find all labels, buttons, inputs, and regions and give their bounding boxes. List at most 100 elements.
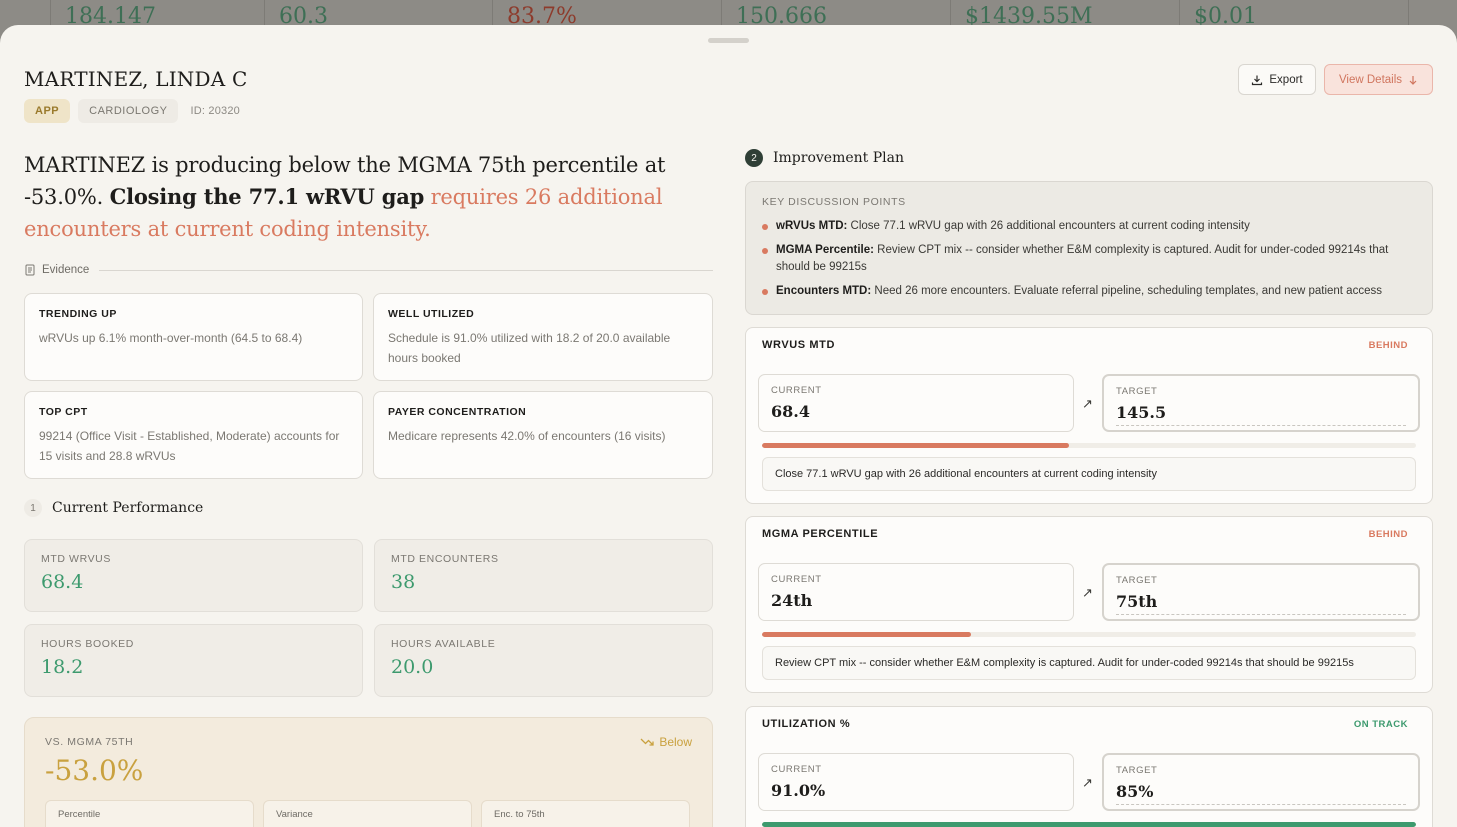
evidence-card: TOP CPT 99214 (Office Visit - Establishe… — [24, 391, 363, 479]
specialty-badge: CARDIOLOGY — [78, 99, 179, 123]
improvement-plan-heading: 2 Improvement Plan — [745, 149, 904, 167]
mgma-sub-card: Enc. to 75th — [481, 800, 690, 827]
performance-card-label: HOURS AVAILABLE — [391, 638, 496, 650]
target-input[interactable]: TARGET 85% — [1102, 753, 1420, 811]
metric-note: Close 77.1 wRVU gap with 26 additional e… — [762, 457, 1416, 491]
mgma-sub-label: Variance — [276, 809, 313, 820]
evidence-card-text: wRVUs up 6.1% month-over-month (64.5 to … — [39, 331, 303, 345]
progress-fill — [762, 632, 972, 637]
performance-card-label: MTD ENCOUNTERS — [391, 553, 499, 565]
current-performance-heading: 1 Current Performance — [24, 499, 203, 517]
performance-card: MTD WRVUS 68.4 — [24, 539, 363, 612]
performance-card: MTD ENCOUNTERS 38 — [374, 539, 713, 612]
provider-detail-sheet: MARTINEZ, LINDA C APP CARDIOLOGY ID: 203… — [0, 25, 1457, 827]
provider-type-badge: APP — [24, 99, 71, 123]
metric-name: MGMA PERCENTILE — [762, 528, 879, 540]
mgma-sub-card: Variance — [263, 800, 472, 827]
background-metric: 83.7% — [492, 0, 577, 29]
progress-bar — [762, 822, 1416, 827]
metric-card-mgma-percentile: MGMA PERCENTILE BEHIND CURRENT 24th ↗ TA… — [745, 516, 1433, 693]
current-label: CURRENT — [771, 385, 822, 396]
evidence-card-text: 99214 (Office Visit - Established, Moder… — [39, 429, 340, 463]
status-badge: ON TRACK — [1353, 719, 1408, 730]
background-divider — [1408, 0, 1423, 28]
mgma-label: VS. MGMA 75TH — [45, 736, 134, 748]
progress-bar — [762, 632, 1416, 637]
progress-fill — [762, 443, 1070, 448]
current-value-box: CURRENT 91.0% — [758, 753, 1074, 811]
arrow-up-right-icon: ↗ — [1082, 775, 1093, 790]
background-metric: 150.666 — [721, 0, 827, 29]
status-badge: BEHIND — [1368, 529, 1408, 540]
status-badge: BEHIND — [1368, 340, 1408, 351]
discussion-item: Encounters MTD: Need 26 more encounters.… — [762, 283, 1416, 300]
target-label: TARGET — [1116, 575, 1158, 586]
evidence-card-title: TOP CPT — [39, 406, 88, 418]
performance-card: HOURS BOOKED 18.2 — [24, 624, 363, 697]
arrow-up-right-icon: ↗ — [1082, 585, 1093, 600]
discussion-key: Encounters MTD: — [776, 285, 872, 297]
current-label: CURRENT — [771, 764, 822, 775]
section-title: Improvement Plan — [773, 150, 904, 166]
evidence-card-title: WELL UTILIZED — [388, 308, 475, 320]
arrow-down-icon — [1409, 75, 1417, 85]
evidence-heading: Evidence — [24, 264, 99, 276]
discussion-item: wRVUs MTD: Close 77.1 wRVU gap with 26 a… — [762, 218, 1416, 235]
document-icon — [25, 264, 35, 276]
metric-card-wrvus: WRVUS MTD BEHIND CURRENT 68.4 ↗ TARGET 1… — [745, 327, 1433, 504]
progress-bar — [762, 443, 1416, 448]
provider-id: ID: 20320 — [190, 105, 240, 117]
metric-note: Review CPT mix -- consider whether E&M c… — [762, 646, 1416, 680]
target-value: 145.5 — [1116, 403, 1406, 426]
performance-card-value: 68.4 — [41, 571, 84, 593]
background-metric: $0.01 — [1179, 0, 1257, 29]
evidence-card: TRENDING UP wRVUs up 6.1% month-over-mon… — [24, 293, 363, 381]
metric-name: UTILIZATION % — [762, 718, 851, 730]
mgma-sub-card: Percentile — [45, 800, 254, 827]
sheet-drag-handle[interactable] — [708, 38, 749, 43]
evidence-card-title: PAYER CONCENTRATION — [388, 406, 527, 418]
evidence-card: PAYER CONCENTRATION Medicare represents … — [373, 391, 713, 479]
mgma-trend: Below — [640, 735, 692, 749]
performance-card-value: 38 — [391, 571, 416, 593]
background-metric: $1439.55M — [950, 0, 1093, 29]
performance-card-value: 20.0 — [391, 656, 434, 678]
provider-tags: APP CARDIOLOGY ID: 20320 — [24, 99, 244, 123]
current-value: 91.0% — [771, 781, 826, 800]
mgma-sub-label: Percentile — [58, 809, 101, 820]
key-discussion-points: KEY DISCUSSION POINTS wRVUs MTD: Close 7… — [745, 181, 1433, 315]
metric-card-utilization: UTILIZATION % ON TRACK CURRENT 91.0% ↗ T… — [745, 706, 1433, 827]
section-title: Current Performance — [52, 500, 204, 516]
current-label: CURRENT — [771, 574, 822, 585]
summary-headline: MARTINEZ is producing below the MGMA 75t… — [24, 149, 704, 245]
discussion-title: KEY DISCUSSION POINTS — [762, 196, 906, 208]
export-label: Export — [1269, 73, 1303, 86]
current-value: 68.4 — [771, 402, 810, 421]
background-metric: 60.3 — [264, 0, 328, 29]
performance-card: HOURS AVAILABLE 20.0 — [374, 624, 713, 697]
export-button[interactable]: Export — [1238, 64, 1316, 95]
current-value-box: CURRENT 68.4 — [758, 374, 1074, 432]
target-input[interactable]: TARGET 75th — [1102, 563, 1420, 621]
provider-name: MARTINEZ, LINDA C — [24, 67, 248, 91]
evidence-divider: Evidence — [24, 260, 713, 280]
performance-card-value: 18.2 — [41, 656, 84, 678]
divider-line — [99, 269, 713, 271]
view-details-label: View Details — [1338, 73, 1403, 86]
progress-fill — [762, 822, 1416, 827]
current-value-box: CURRENT 24th — [758, 563, 1074, 621]
background-metric: 184.147 — [50, 0, 156, 29]
evidence-card: WELL UTILIZED Schedule is 91.0% utilized… — [373, 293, 713, 381]
trend-down-icon — [640, 738, 654, 746]
arrow-up-right-icon: ↗ — [1082, 396, 1093, 411]
download-icon — [1252, 75, 1263, 85]
view-details-button[interactable]: View Details — [1324, 64, 1433, 95]
discussion-text: Close 77.1 wRVU gap with 26 additional e… — [847, 220, 1250, 232]
evidence-card-text: Schedule is 91.0% utilized with 18.2 of … — [388, 331, 671, 365]
target-value: 75th — [1116, 592, 1406, 615]
target-value: 85% — [1116, 782, 1406, 805]
mgma-comparison-card: VS. MGMA 75TH -53.0% Below Percentile Va… — [24, 717, 713, 827]
mgma-sub-label: Enc. to 75th — [494, 809, 545, 820]
target-label: TARGET — [1116, 765, 1158, 776]
target-input[interactable]: TARGET 145.5 — [1102, 374, 1420, 432]
